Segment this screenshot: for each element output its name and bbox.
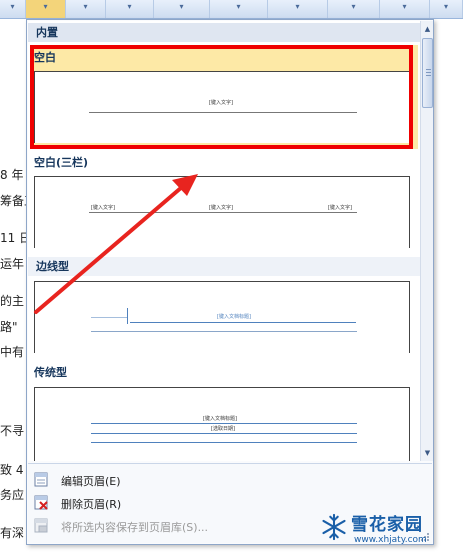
header-rule-line (130, 322, 356, 323)
vertical-rule (127, 308, 128, 324)
header-rule-line (91, 423, 357, 424)
section-title: 内置 (28, 23, 420, 42)
ribbon-strip: ▾ ▾ ▾ ▾ ▾ ▾ ▾ ▾ ▾ ▾ (0, 0, 463, 19)
gallery-scrollbar[interactable]: ▲ ▼ (420, 21, 433, 461)
highlight-box (30, 45, 413, 149)
header-rule-line (91, 442, 357, 443)
gallery-item-label: 边线型 (28, 257, 420, 276)
placeholder-text: [键入文字] (209, 205, 233, 211)
scroll-thumb[interactable] (422, 38, 433, 108)
ribbon-dropdown-button[interactable]: ▾ (154, 0, 210, 18)
placeholder-text: [键入文字] (91, 205, 115, 211)
placeholder-text: [键入文档标题] (203, 416, 237, 422)
scroll-grip (426, 69, 431, 70)
gallery-item-sideline[interactable]: [键入文档标题] (34, 281, 410, 353)
watermark: 雪花家园 www.xhjaty.com (318, 509, 463, 553)
placeholder-text: [键入文档标题] (217, 314, 251, 320)
ribbon-dropdown-button[interactable]: ▾ (268, 0, 328, 18)
header-dropdown-panel: 内置 空白 [键入文字] 空白(三栏) [键入文字] [键入文字] [键入文字]… (26, 19, 434, 545)
ribbon-dropdown-button[interactable]: ▾ (66, 0, 106, 18)
gallery-item-label: 空白(三栏) (34, 156, 89, 169)
header-rule-line (91, 317, 127, 318)
edit-header-icon (34, 472, 48, 487)
save-to-gallery-icon (34, 518, 48, 533)
header-rule-line (91, 433, 357, 434)
gallery-item-blank-three-column[interactable]: [键入文字] [键入文字] [键入文字] (34, 176, 410, 248)
snowflake-logo-icon (322, 513, 346, 541)
scroll-down-arrow-icon[interactable]: ▼ (421, 447, 434, 459)
header-rule-line (89, 212, 357, 213)
menu-item-label: 编辑页眉(E) (61, 475, 121, 488)
scroll-grip (426, 75, 431, 76)
edit-header-menu-item[interactable]: 编辑页眉(E) (28, 469, 432, 491)
gallery-item-traditional[interactable]: [键入文档标题] [选取日期] (34, 387, 410, 461)
header-gallery: 内置 空白 [键入文字] 空白(三栏) [键入文字] [键入文字] [键入文字]… (28, 21, 420, 461)
gallery-item-label: 传统型 (34, 366, 67, 379)
ribbon-dropdown-button[interactable]: ▾ (210, 0, 268, 18)
ribbon-dropdown-button[interactable]: ▾ (380, 0, 430, 18)
scroll-grip (426, 72, 431, 73)
watermark-title: 雪花家园 (351, 515, 423, 535)
placeholder-text: [选取日期] (211, 426, 235, 432)
header-rule-line (91, 331, 357, 332)
ribbon-dropdown-button[interactable]: ▾ (328, 0, 380, 18)
watermark-url: www.xhjaty.com (354, 535, 427, 545)
menu-item-label: 删除页眉(R) (61, 498, 122, 511)
placeholder-text: [键入文字] (328, 205, 352, 211)
scroll-up-arrow-icon[interactable]: ▲ (421, 23, 434, 35)
ribbon-dropdown-button[interactable]: ▾ (106, 0, 154, 18)
ribbon-dropdown-button[interactable]: ▾ (0, 0, 26, 18)
ribbon-dropdown-button[interactable]: ▾ (430, 0, 463, 18)
delete-header-icon (34, 495, 48, 510)
ribbon-dropdown-button[interactable]: ▾ (26, 0, 66, 18)
menu-item-label: 将所选内容保存到页眉库(S)... (61, 521, 209, 534)
